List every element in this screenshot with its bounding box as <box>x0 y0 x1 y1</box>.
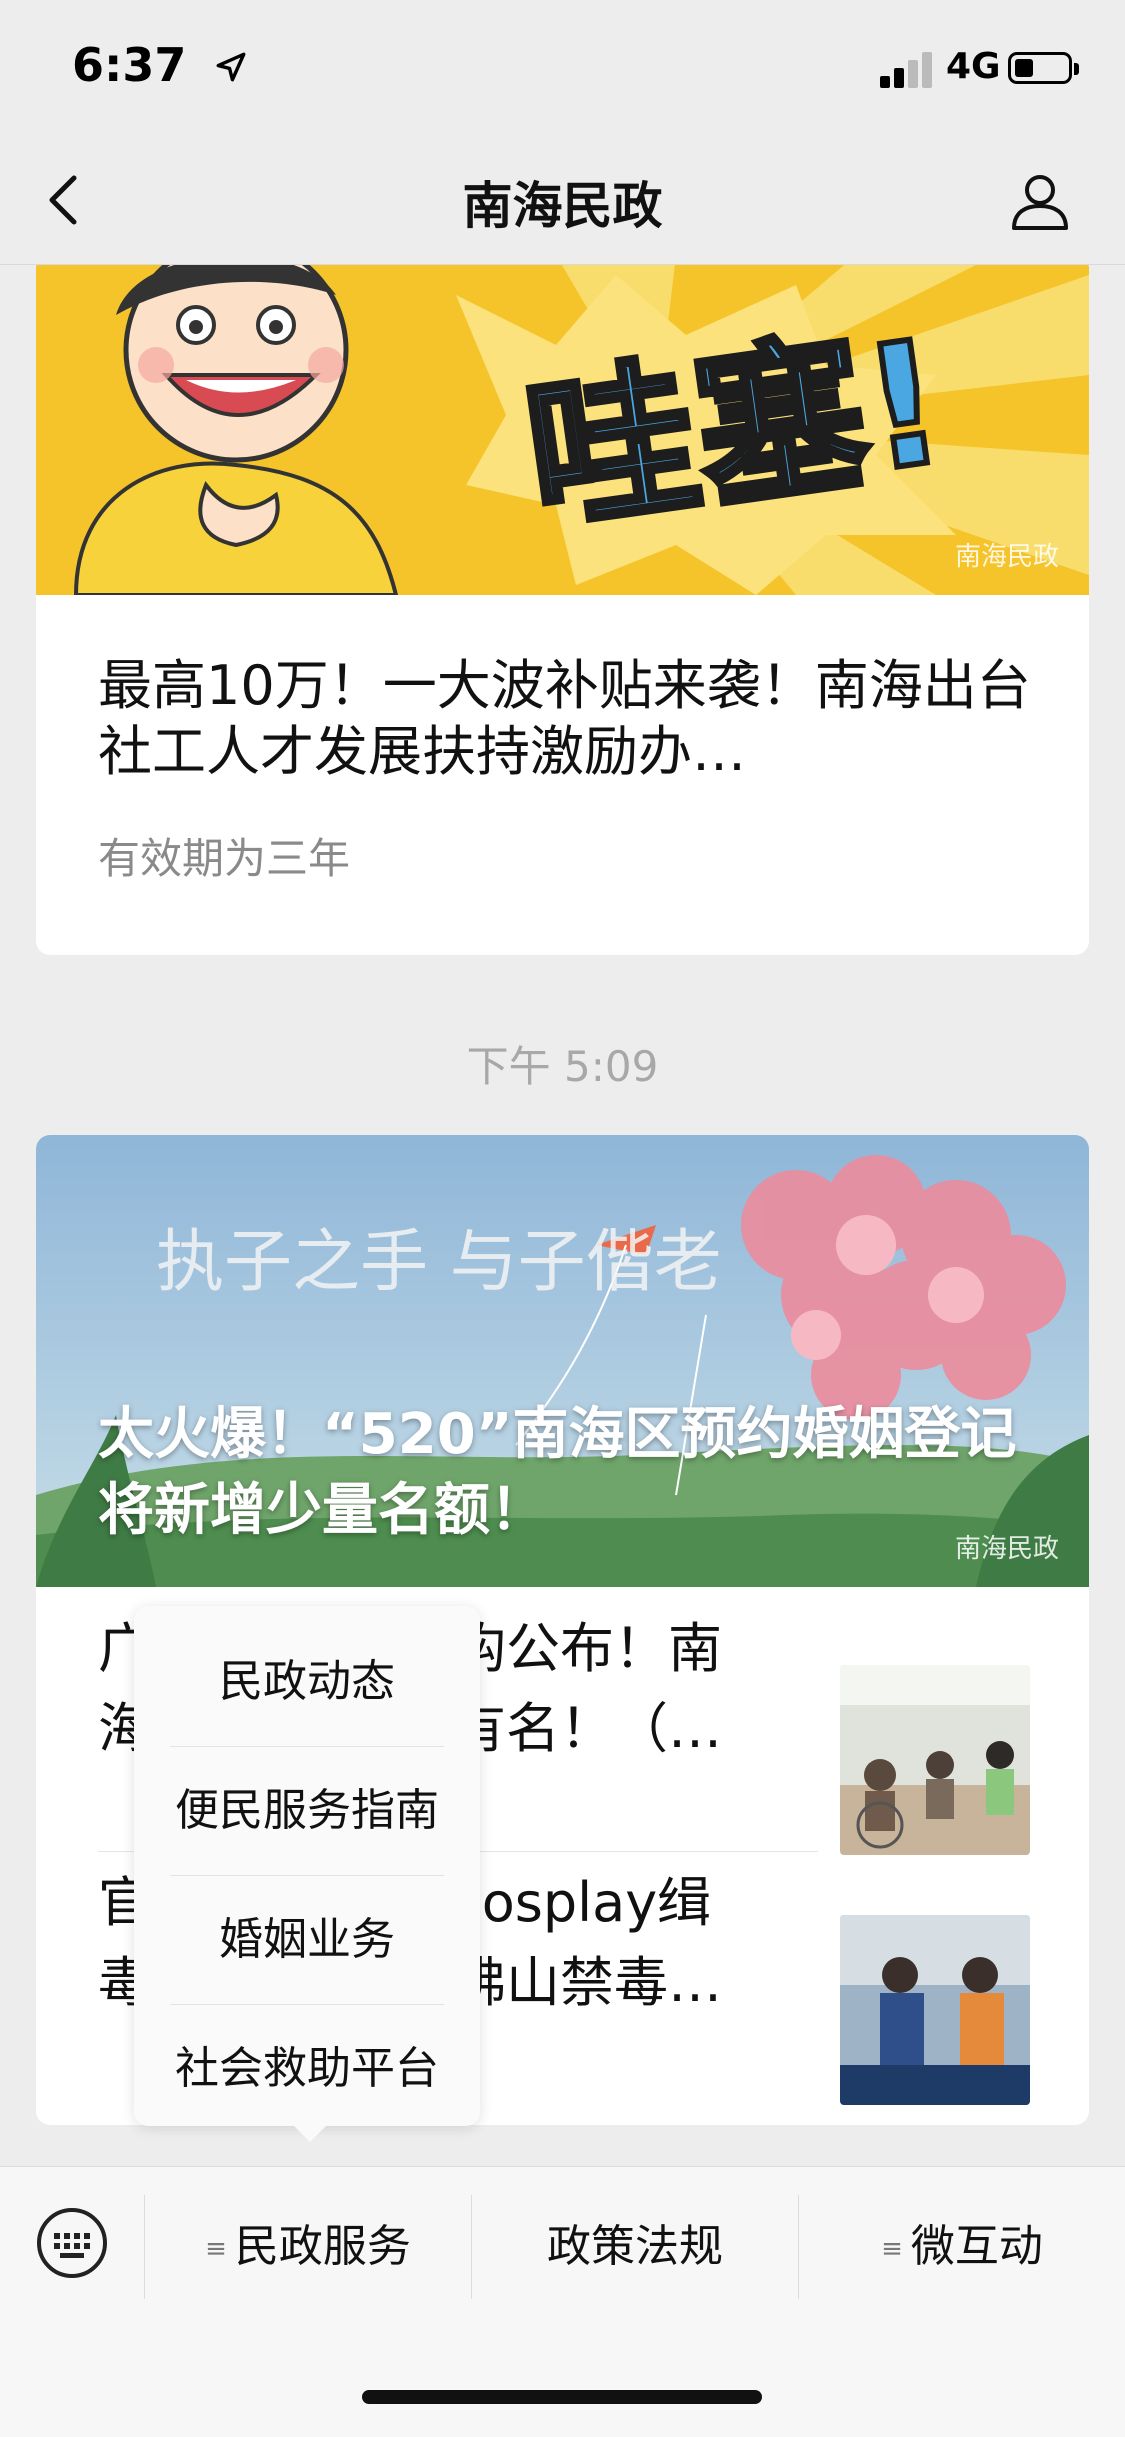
signal-strength-icon <box>880 50 936 88</box>
article-card[interactable]: 哇塞! 南海民政 最高10万！一大波补贴来袭！南海出台社工人才发展扶持激励办… … <box>36 265 1089 955</box>
submenu-lines-icon: ≡ <box>881 2234 903 2264</box>
home-indicator[interactable] <box>362 2390 762 2404</box>
message-timestamp: 下午 5:09 <box>466 1042 659 1091</box>
submenu-item-social-assistance[interactable]: 社会救助平台 <box>170 2005 444 2133</box>
article-thumbnail <box>840 1915 1030 2105</box>
article-title: 最高10万！一大波补贴来袭！南海出台社工人才发展扶持激励办… <box>98 654 1031 783</box>
article-banner-image: 哇塞! 南海民政 <box>36 265 1089 595</box>
menu-label: 民政服务 <box>234 2221 411 2272</box>
page-title: 南海民政 <box>462 177 663 235</box>
navigation-bar: 南海民政 <box>0 132 1125 265</box>
menu-policy-regulations[interactable]: 政策法规 <box>472 2167 798 2327</box>
submenu-popup: 民政动态 便民服务指南 婚姻业务 社会救助平台 <box>134 1606 480 2142</box>
title-fragment: cosplay缉 <box>452 1871 712 1934</box>
title-fragment: 有名！（… <box>452 1697 722 1760</box>
battery-icon <box>1008 52 1079 84</box>
menu-civil-services[interactable]: ≡ 民政服务 <box>145 2167 471 2327</box>
menu-label: 微互动 <box>910 2221 1043 2272</box>
network-type: 4G <box>946 46 1001 87</box>
profile-icon[interactable] <box>1008 168 1072 232</box>
article-banner-image: 执子之手 与子偕老 太火爆！“520”南海区预约婚姻登记将新增少量名额！ 南海民… <box>36 1135 1089 1587</box>
article-subtitle: 有效期为三年 <box>98 834 351 883</box>
menu-label: 政策法规 <box>547 2221 723 2272</box>
location-arrow-icon <box>216 52 246 82</box>
featured-article-title: 太火爆！“520”南海区预约婚姻登记将新增少量名额！ <box>98 1402 1017 1543</box>
title-fragment: 构公布！南 <box>452 1617 722 1680</box>
status-bar: 6:37 4G <box>0 0 1125 132</box>
keyboard-icon[interactable] <box>36 2207 108 2279</box>
submenu-item-service-guide[interactable]: 便民服务指南 <box>170 1747 444 1875</box>
article-thumbnail <box>840 1665 1030 1855</box>
menu-micro-interaction[interactable]: ≡ 微互动 <box>799 2167 1125 2327</box>
watermark-label: 南海民政 <box>954 1534 1059 1564</box>
submenu-item-marriage[interactable]: 婚姻业务 <box>170 1876 444 2004</box>
status-time: 6:37 <box>72 38 187 92</box>
title-fragment: 佛山禁毒… <box>452 1951 722 2014</box>
comic-illustration: 哇塞! <box>36 265 1089 595</box>
submenu-item-civil-news[interactable]: 民政动态 <box>170 1618 444 1746</box>
watermark-label: 南海民政 <box>954 542 1059 572</box>
submenu-lines-icon: ≡ <box>205 2234 227 2264</box>
banner-calligraphy-text: 执子之手 与子偕老 <box>156 1223 722 1302</box>
